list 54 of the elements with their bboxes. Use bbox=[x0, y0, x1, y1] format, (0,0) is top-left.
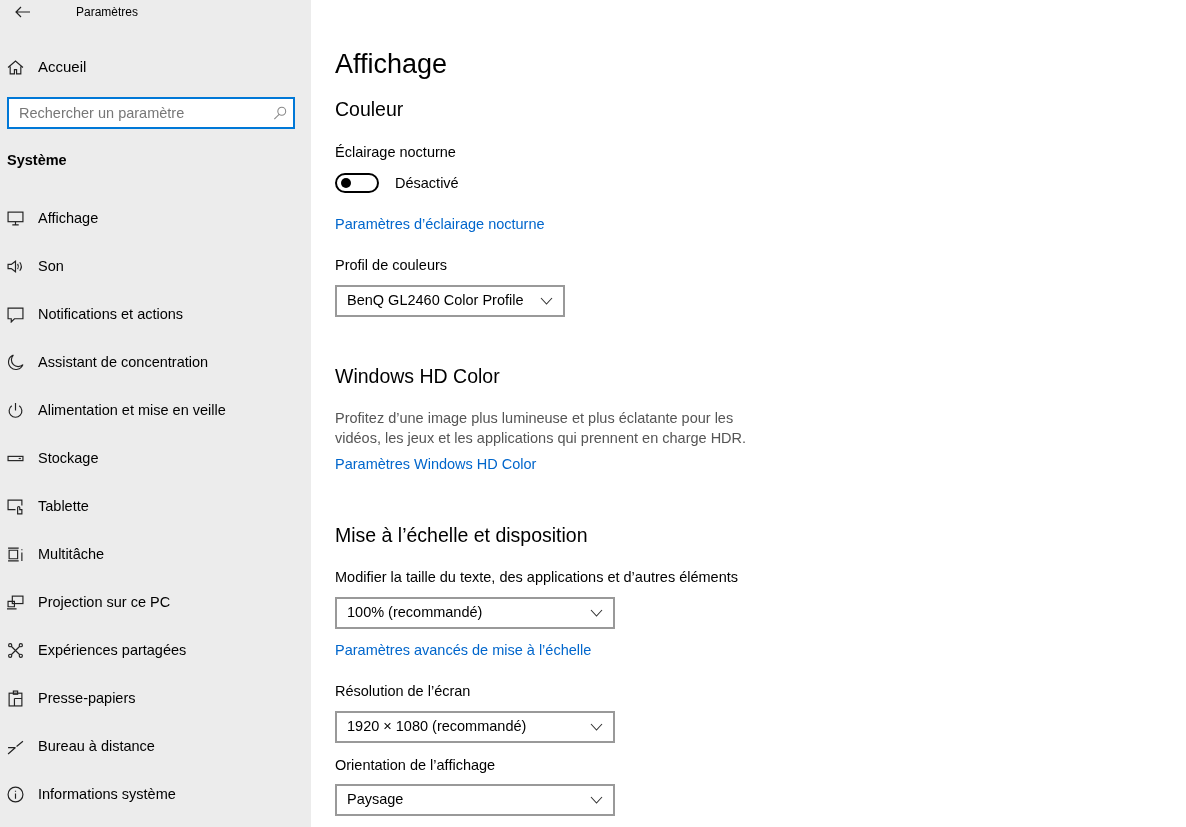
sidebar-item[interactable]: Tablette bbox=[0, 482, 311, 531]
clipboard-icon bbox=[7, 690, 24, 708]
multitask-icon bbox=[7, 546, 24, 564]
page-title: Affichage bbox=[335, 48, 449, 81]
chevron-down-icon bbox=[539, 296, 553, 305]
settings-link[interactable]: Paramètres d’éclairage nocturne bbox=[335, 216, 545, 233]
chevron-down-icon bbox=[590, 722, 603, 731]
dropdown[interactable]: Paysage bbox=[335, 784, 615, 817]
description-text: Profitez d’une image plus lumineuse et plus éclatante pour les vidéos, les jeux et les applications qui prennent en charge HDR. bbox=[335, 409, 748, 449]
section-heading: Mise à l’échelle et disposition bbox=[335, 523, 589, 548]
chevron-down-icon bbox=[590, 609, 603, 618]
field-label: Modifier la taille du texte, des applications et d’autres éléments bbox=[335, 568, 739, 588]
tablet-touch-icon bbox=[7, 498, 24, 516]
monitor-icon bbox=[7, 210, 24, 228]
toggle-state: Désactivé bbox=[395, 173, 459, 193]
field-label: Éclairage nocturne bbox=[335, 142, 457, 162]
sidebar-item[interactable]: Assistant de concentration bbox=[0, 338, 311, 387]
window-title: Paramètres bbox=[76, 4, 139, 21]
sidebar-item[interactable]: Presse-papiers bbox=[0, 674, 311, 723]
sidebar-item[interactable]: Multitâche bbox=[0, 530, 311, 579]
search-field[interactable]: Rechercher un paramètre bbox=[7, 97, 295, 129]
share-nodes-icon bbox=[7, 642, 24, 660]
power-icon bbox=[7, 402, 24, 420]
settings-link[interactable]: Paramètres Windows HD Color bbox=[335, 456, 537, 473]
sidebar-item[interactable]: Alimentation et mise en veille bbox=[0, 386, 311, 435]
settings-link[interactable]: Paramètres avancés de mise à l’échelle bbox=[335, 642, 592, 659]
section-heading: Couleur bbox=[335, 98, 405, 122]
field-label: Profil de couleurs bbox=[335, 256, 449, 276]
sidebar-item[interactable]: Expériences partagées bbox=[0, 626, 311, 675]
toggle-switch[interactable] bbox=[335, 173, 379, 194]
back-arrow-icon bbox=[15, 6, 31, 19]
moon-icon bbox=[7, 354, 24, 372]
info-icon bbox=[7, 786, 24, 804]
home-icon bbox=[7, 58, 24, 76]
dropdown[interactable]: 100% (recommandé) bbox=[335, 597, 615, 630]
sidebar-item[interactable]: Informations système bbox=[0, 770, 311, 819]
sidebar-item[interactable]: Affichage bbox=[0, 194, 311, 243]
sidebar-item[interactable]: Son bbox=[0, 242, 311, 291]
sidebar-item[interactable]: Projection sur ce PC bbox=[0, 578, 311, 627]
section-heading: Système bbox=[7, 151, 68, 170]
field-label: Orientation de l’affichage bbox=[335, 755, 497, 775]
sidebar-item[interactable]: Stockage bbox=[0, 434, 311, 483]
sidebar-item[interactable]: Bureau à distance bbox=[0, 722, 311, 771]
dropdown[interactable]: 1920 × 1080 (recommandé) bbox=[335, 710, 615, 743]
dropdown[interactable]: BenQ GL2460 Color Profile bbox=[335, 284, 565, 317]
field-label: Résolution de l’écran bbox=[335, 681, 472, 701]
search-icon bbox=[273, 106, 287, 120]
speaker-icon bbox=[7, 258, 24, 276]
projector-screen-icon bbox=[7, 594, 24, 612]
chevron-down-icon bbox=[590, 796, 603, 805]
home-link[interactable]: Accueil bbox=[0, 44, 311, 90]
speech-bubble-icon bbox=[7, 306, 24, 324]
sidebar-item[interactable]: Notifications et actions bbox=[0, 290, 311, 339]
section-heading: Windows HD Color bbox=[335, 364, 501, 389]
